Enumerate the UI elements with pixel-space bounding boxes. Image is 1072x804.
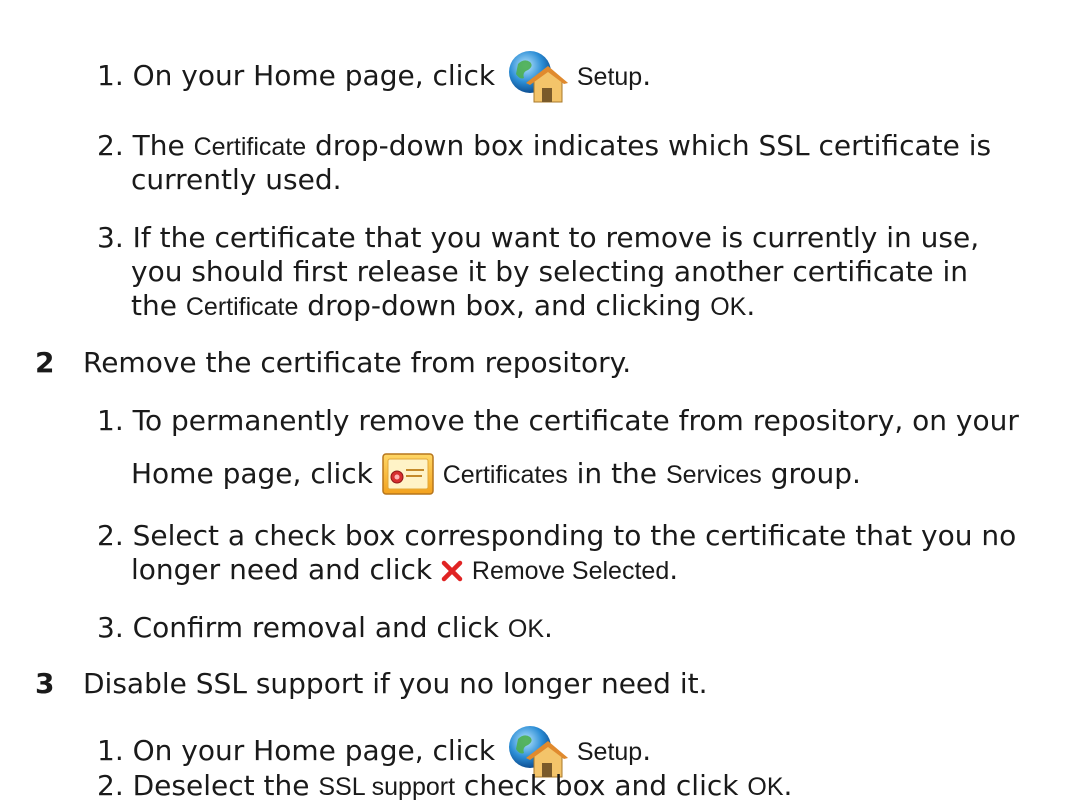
step2-number: 2 [35, 346, 55, 379]
step1-item2-line2: currently used. [131, 163, 342, 196]
step2-item1-line2: Home page, click Certificates in the Ser… [131, 452, 861, 498]
step1-item3: 3. If the certificate that you want to r… [97, 221, 980, 254]
setup-icon[interactable] [504, 48, 568, 106]
step2-item2-line2: longer need and click Remove Selected. [131, 553, 679, 588]
remove-selected-icon[interactable] [441, 554, 463, 588]
step3-item2: 2. Deselect the SSL support check box an… [97, 769, 793, 802]
step1-item1: 1. On your Home page, click Setup. [97, 48, 651, 106]
step2-item2: 2. Select a check box corresponding to t… [97, 519, 1017, 552]
step2-title: Remove the certificate from repository. [83, 346, 632, 379]
step1-item2: 2. The Certificate drop-down box indicat… [97, 129, 992, 162]
step2-item1: 1. To permanently remove the certificate… [97, 404, 1019, 437]
step2-item3: 3. Confirm removal and click OK. [97, 611, 553, 644]
step3-title: Disable SSL support if you no longer nee… [83, 667, 708, 700]
step3-number: 3 [35, 667, 55, 700]
step1-item3-line3: the Certificate drop-down box, and click… [131, 289, 756, 322]
certificates-icon[interactable] [382, 452, 434, 498]
step1-item3-line2: you should first release it by selecting… [131, 255, 969, 288]
